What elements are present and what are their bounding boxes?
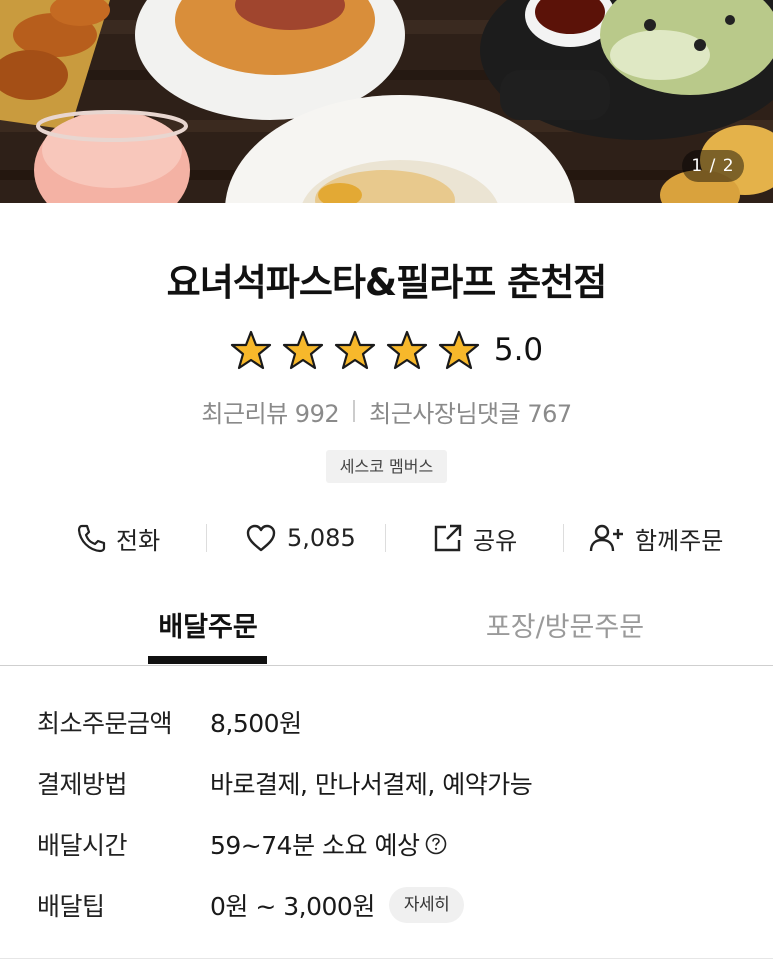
info-delivery-tip: 배달팁 0원 ~ 3,000원 자세히 [37, 885, 465, 925]
call-label: 전화 [116, 526, 161, 555]
payment-label: 결제방법 [37, 770, 128, 799]
share-icon [434, 524, 462, 552]
star-icon [230, 330, 271, 370]
divider [563, 524, 564, 552]
add-person-icon [589, 524, 623, 552]
min-order-label: 최소주문금액 [37, 709, 173, 738]
active-tab-indicator [148, 656, 267, 664]
divider [385, 524, 386, 552]
star-icon [386, 330, 427, 370]
phone-icon [77, 524, 106, 553]
star-icon [334, 330, 375, 370]
rating-row[interactable]: 5.0 [0, 328, 773, 372]
star-icon [438, 330, 479, 370]
rating-value: 5.0 [493, 332, 544, 368]
divider [353, 400, 356, 422]
info-delivery-time: 배달시간 59~74분 소요 예상 [37, 824, 447, 864]
store-hero-image[interactable]: 1 / 2 [0, 0, 773, 203]
group-order-button[interactable]: 함께주문 [589, 515, 723, 561]
star-rating [230, 330, 490, 370]
share-label: 공유 [473, 526, 518, 555]
divider [206, 524, 207, 552]
help-icon[interactable] [425, 833, 447, 855]
delivery-time-value-wrap: 59~74분 소요 예상 [210, 826, 447, 862]
food-photo [0, 0, 773, 203]
delivery-tip-detail-button[interactable]: 자세히 [388, 887, 465, 923]
info-payment: 결제방법 바로결제, 만나서결제, 예약가능 [37, 763, 533, 803]
store-detail-page: 1 / 2 요녀석파스타&필라프 춘천점 5.0 최근리뷰 992 최근사장님댓… [0, 0, 773, 961]
divider [0, 958, 773, 959]
cesco-badge: 세스코 멤버스 [326, 450, 447, 483]
delivery-time-label: 배달시간 [37, 831, 128, 860]
heart-icon [246, 524, 276, 552]
recent-reviews-link[interactable]: 최근리뷰 992 [201, 394, 339, 429]
like-count: 5,085 [287, 524, 356, 552]
order-type-tabs: 배달주문 포장/방문주문 [0, 600, 773, 666]
group-order-label: 함께주문 [635, 526, 724, 555]
owner-replies-link[interactable]: 최근사장님댓글 767 [369, 394, 572, 429]
store-name: 요녀석파스타&필라프 춘천점 [166, 261, 608, 304]
min-order-value: 8,500원 [210, 709, 302, 738]
delivery-tip-value-wrap: 0원 ~ 3,000원 자세히 [210, 887, 465, 923]
call-button[interactable]: 전화 [76, 515, 160, 561]
payment-value: 바로결제, 만나서결제, 예약가능 [210, 770, 533, 799]
share-button[interactable]: 공유 [433, 515, 517, 561]
info-min-order: 최소주문금액 8,500원 [37, 702, 302, 742]
review-summary: 최근리뷰 992 최근사장님댓글 767 [0, 393, 773, 429]
delivery-time-value: 59~74분 소요 예상 [210, 831, 420, 860]
delivery-tip-label: 배달팁 [37, 892, 105, 921]
action-bar: 전화 5,085 공유 함께주문 [0, 515, 773, 561]
star-icon [282, 330, 323, 370]
tab-pickup-visit[interactable]: 포장/방문주문 [460, 600, 670, 666]
image-page-counter: 1 / 2 [682, 150, 744, 182]
like-button[interactable]: 5,085 [245, 515, 356, 561]
delivery-tip-value: 0원 ~ 3,000원 [210, 892, 375, 921]
